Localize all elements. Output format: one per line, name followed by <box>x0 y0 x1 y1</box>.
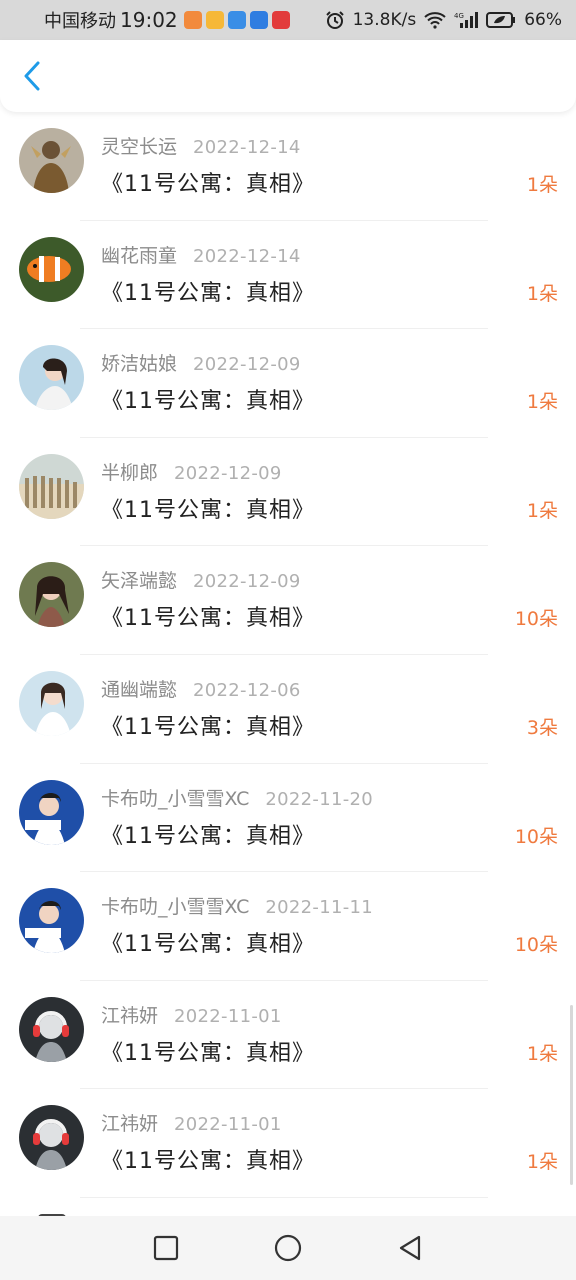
user-name[interactable]: 幽花雨童 <box>101 241 177 268</box>
list-item[interactable]: 娇洁姑娘 2022-12-09 《11号公寓：真相》 1朵 <box>0 329 576 438</box>
avatar[interactable] <box>19 671 84 736</box>
scrollbar[interactable] <box>570 1005 573 1185</box>
home-button[interactable] <box>272 1232 304 1264</box>
square-icon <box>153 1235 179 1261</box>
avatar[interactable] <box>19 128 84 193</box>
gift-date: 2022-11-01 <box>174 1005 282 1027</box>
flower-count: 10朵 <box>514 608 558 631</box>
user-name[interactable]: 卡布叻_小雪雪XC <box>101 784 249 811</box>
name-line: 娇洁姑娘 2022-12-09 <box>101 349 301 376</box>
header <box>0 40 576 112</box>
avatar[interactable] <box>19 1105 84 1171</box>
name-line: 卡布叻_小雪雪XC 2022-11-11 <box>101 892 373 919</box>
name-line: 卡布叻_小雪雪XC 2022-11-20 <box>101 784 373 811</box>
flower-count: 1朵 <box>526 391 558 414</box>
clock: 19:02 <box>120 8 178 32</box>
gift-record-list[interactable]: 灵空长运 2022-12-14 《11号公寓：真相》 1朵 幽花雨童 2022-… <box>0 112 576 1216</box>
user-name[interactable]: 通幽端懿 <box>101 675 177 702</box>
book-title[interactable]: 《11号公寓：真相》 <box>101 600 315 632</box>
book-title[interactable]: 《11号公寓：真相》 <box>101 1143 315 1175</box>
gift-date: 2022-12-09 <box>193 354 301 376</box>
system-nav-bar <box>0 1216 576 1280</box>
recent-apps-button[interactable] <box>150 1232 182 1264</box>
gift-date: 2022-12-06 <box>193 680 301 701</box>
wifi-icon <box>424 11 446 29</box>
name-line: 通幽端懿 2022-12-06 <box>101 675 301 702</box>
name-line: 幽花雨童 2022-12-14 <box>101 241 301 268</box>
gift-date: 2022-12-14 <box>193 137 301 158</box>
book-title[interactable]: 《11号公寓：真相》 <box>101 818 315 850</box>
flower-count: 3朵 <box>526 717 558 739</box>
circle-icon <box>274 1234 302 1262</box>
avatar[interactable] <box>19 562 84 628</box>
flower-count: 10朵 <box>514 825 558 848</box>
alarm-icon <box>325 10 345 30</box>
gift-date: 2022-12-14 <box>193 245 301 267</box>
list-item[interactable]: 矢泽端懿 2022-12-09 《11号公寓：真相》 10朵 <box>0 546 576 655</box>
cloud-icon <box>227 11 246 29</box>
user-name[interactable]: 半柳郎 <box>101 458 158 485</box>
avatar[interactable] <box>19 779 84 845</box>
avatar[interactable] <box>19 888 84 954</box>
list-item[interactable]: 灵空长运 2022-12-14 《11号公寓：真相》 1朵 <box>0 112 576 221</box>
name-line: 矢泽端懿 2022-12-09 <box>101 566 301 593</box>
avatar[interactable] <box>19 996 84 1062</box>
list-item[interactable]: 卡布叻_小雪雪XC 2022-11-20 《11号公寓：真相》 10朵 <box>0 764 576 873</box>
back-button[interactable] <box>16 60 48 92</box>
flower-count: 1朵 <box>526 1042 558 1065</box>
book-title[interactable]: 《11号公寓：真相》 <box>101 1035 315 1067</box>
svg-text:4G: 4G <box>454 12 464 20</box>
flower-count: 1朵 <box>526 282 558 305</box>
status-bar: 中国移动 19:02 13.8K/s 4G 66% <box>0 0 576 40</box>
notification-icons <box>183 11 290 29</box>
cloud-icon-2 <box>249 11 268 29</box>
list-item[interactable]: 江祎妍 2022-11-01 《11号公寓：真相》 1朵 <box>0 981 576 1090</box>
book-title[interactable]: 《11号公寓：真相》 <box>101 166 315 198</box>
flower-count: 1朵 <box>526 1151 558 1174</box>
user-name[interactable]: 卡布叻_小雪雪XC <box>101 892 249 919</box>
flower-count: 10朵 <box>514 934 558 957</box>
name-line: 江祎妍 2022-11-01 <box>101 1109 282 1136</box>
name-line: 半柳郎 2022-12-09 <box>101 458 282 485</box>
user-name[interactable]: 江祎妍 <box>101 1109 158 1136</box>
avatar[interactable] <box>19 453 84 519</box>
gift-date: 2022-11-11 <box>265 897 374 919</box>
notes-icon <box>205 11 224 29</box>
gift-date: 2022-12-09 <box>193 571 301 593</box>
book-icon <box>271 11 290 29</box>
chevron-left-icon <box>24 61 40 91</box>
flower-count: 1朵 <box>526 499 558 522</box>
list-item[interactable]: 通幽端懿 2022-12-06 《11号公寓：真相》 3朵 <box>0 655 576 764</box>
gift-date: 2022-11-20 <box>265 788 374 810</box>
list-item[interactable]: 江祎妍 2022-11-01 《11号公寓：真相》 1朵 <box>0 1089 576 1198</box>
battery-percent: 66% <box>524 10 562 30</box>
signal-icon: 4G <box>454 11 479 29</box>
name-line: 江祎妍 2022-11-01 <box>101 1001 282 1028</box>
avatar[interactable] <box>19 345 84 411</box>
user-name[interactable]: 矢泽端懿 <box>101 566 177 593</box>
battery-icon <box>486 11 516 29</box>
flower-count: 1朵 <box>526 174 558 196</box>
book-title[interactable]: 《11号公寓：真相》 <box>101 709 315 741</box>
user-name[interactable]: 灵空长运 <box>101 132 177 159</box>
book-title[interactable]: 《11号公寓：真相》 <box>101 275 315 307</box>
name-line: 灵空长运 2022-12-14 <box>101 132 301 159</box>
net-speed: 13.8K/s <box>352 10 417 30</box>
system-back-button[interactable] <box>394 1232 426 1264</box>
divider <box>80 1196 488 1198</box>
user-name[interactable]: 娇洁姑娘 <box>101 349 177 376</box>
gift-date: 2022-11-01 <box>174 1114 282 1136</box>
list-item[interactable]: 卡布叻_小雪雪XC 2022-11-11 《11号公寓：真相》 10朵 <box>0 872 576 981</box>
gift-date: 2022-12-09 <box>174 462 282 484</box>
taobao-icon <box>183 11 202 29</box>
triangle-back-icon <box>399 1235 421 1261</box>
avatar[interactable] <box>19 236 84 302</box>
carrier-label: 中国移动 <box>44 11 116 32</box>
list-item[interactable]: 幽花雨童 2022-12-14 《11号公寓：真相》 1朵 <box>0 221 576 330</box>
book-title[interactable]: 《11号公寓：真相》 <box>101 492 315 524</box>
user-name[interactable]: 江祎妍 <box>101 1001 158 1028</box>
book-title[interactable]: 《11号公寓：真相》 <box>101 926 315 958</box>
list-item[interactable]: 半柳郎 2022-12-09 《11号公寓：真相》 1朵 <box>0 438 576 547</box>
book-title[interactable]: 《11号公寓：真相》 <box>101 383 315 415</box>
